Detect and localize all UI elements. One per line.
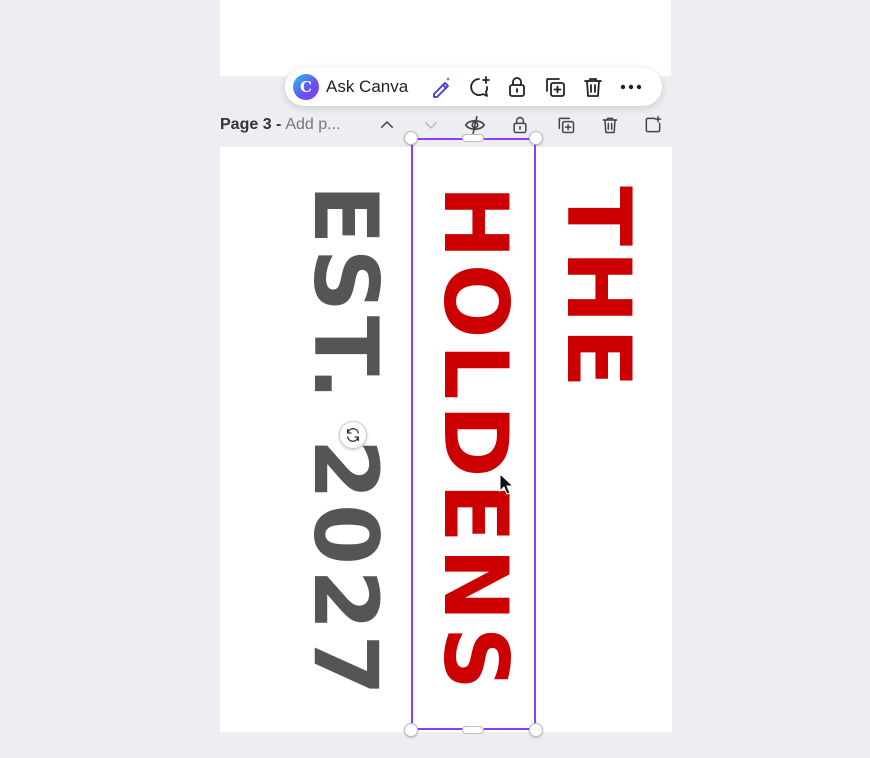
mouse-cursor-icon [499,472,515,500]
resize-handle-top-right[interactable] [529,131,543,145]
previous-page-canvas[interactable] [220,0,671,76]
duplicate-page-icon[interactable] [553,112,579,138]
floating-context-toolbar: C Ask Canva [285,68,662,106]
page-header: Page 3 - Add p... [220,108,671,142]
more-icon[interactable] [612,72,650,102]
ask-canva-button[interactable]: Ask Canva [326,77,408,97]
resize-handle-bottom-left[interactable] [404,723,418,737]
add-page-icon[interactable] [640,112,666,138]
rotate-handle[interactable] [339,421,367,449]
page-title-input[interactable]: Add p... [285,116,340,134]
trash-icon[interactable] [574,72,612,102]
resize-handle-top[interactable] [462,134,484,142]
chevron-up-icon[interactable] [374,112,400,138]
selection-box [411,138,536,730]
page-number-label: Page 3 - [220,116,282,133]
canva-ai-logo-icon[interactable]: C [293,74,319,100]
comment-add-icon[interactable] [460,72,498,102]
magic-edit-icon[interactable] [422,72,460,102]
resize-handle-top-left[interactable] [404,131,418,145]
the-text[interactable]: THE [547,139,650,439]
canva-logo-letter: C [300,78,312,96]
lock-icon[interactable] [498,72,536,102]
resize-handle-bottom-right[interactable] [529,723,543,737]
chevron-down-icon[interactable] [418,112,444,138]
delete-page-icon[interactable] [597,112,623,138]
rotate-icon [347,428,359,442]
resize-handle-bottom[interactable] [462,726,484,734]
duplicate-icon[interactable] [536,72,574,102]
